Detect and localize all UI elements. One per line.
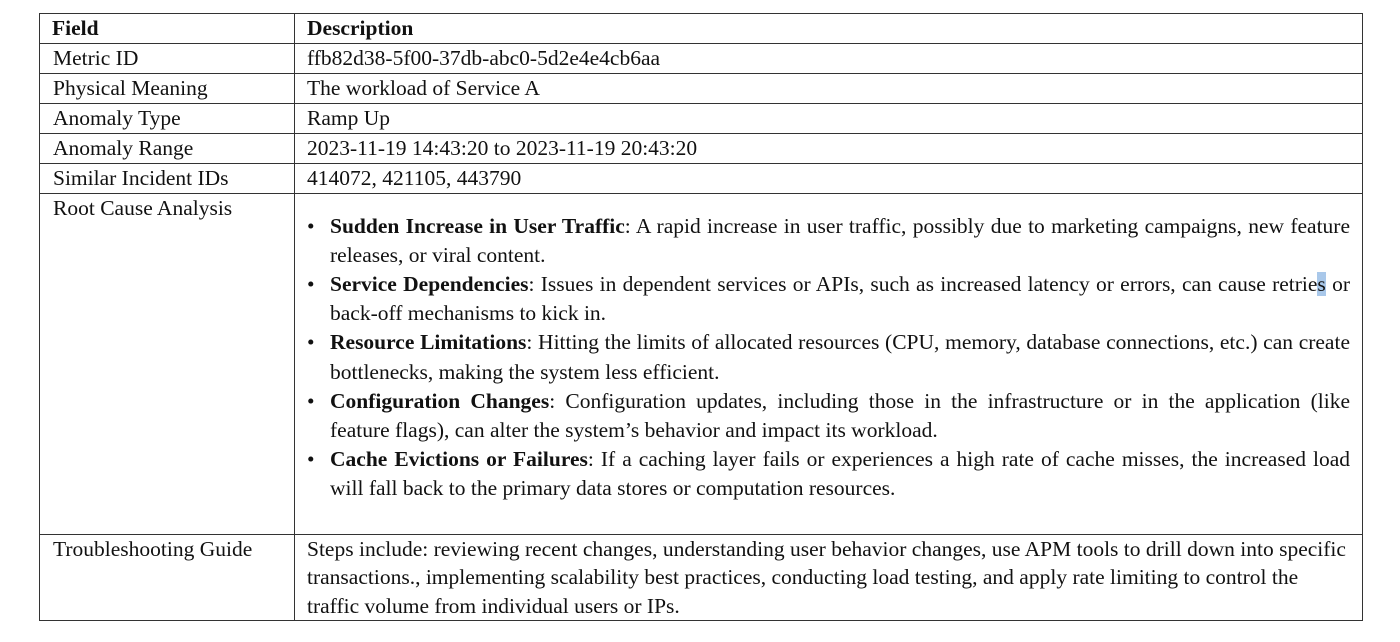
row-physical-meaning: Physical Meaning The workload of Service… — [39, 72, 1363, 104]
cause-term: Service Dependencies — [330, 271, 529, 296]
field-label: Physical Meaning — [39, 72, 295, 104]
field-value: 2023-11-19 14:43:20 to 2023-11-19 20:43:… — [294, 132, 1363, 164]
text-selection-highlight[interactable]: s — [1317, 271, 1326, 296]
field-label: Root Cause Analysis — [39, 192, 295, 535]
row-troubleshooting-guide: Troubleshooting Guide Steps include: rev… — [39, 533, 1363, 622]
cause-text: : Issues in dependent services or APIs, … — [528, 271, 1318, 296]
row-similar-incidents: Similar Incident IDs 414072, 421105, 443… — [39, 162, 1363, 194]
field-value: 414072, 421105, 443790 — [294, 162, 1363, 194]
root-cause-list: • Sudden Increase in User Traffic: A rap… — [307, 212, 1350, 504]
field-label: Anomaly Type — [39, 102, 295, 134]
field-label: Similar Incident IDs — [39, 162, 295, 194]
cause-term: Sudden Increase in User Traffic — [330, 213, 625, 238]
bullet-icon: • — [307, 271, 315, 296]
field-value: The workload of Service A — [294, 72, 1363, 104]
incident-table: Field Description Metric ID ffb82d38-5f0… — [39, 13, 1363, 622]
bullet-icon: • — [307, 388, 315, 413]
cause-term: Configuration Changes — [330, 388, 550, 413]
header-description: Description — [294, 13, 1363, 44]
list-item: • Cache Evictions or Failures: If a cach… — [307, 445, 1350, 503]
troubleshooting-text: Steps include: reviewing recent changes,… — [294, 533, 1363, 622]
field-label: Metric ID — [39, 42, 295, 74]
list-item: • Configuration Changes: Configuration u… — [307, 387, 1350, 445]
field-value: Ramp Up — [294, 102, 1363, 134]
row-anomaly-range: Anomaly Range 2023-11-19 14:43:20 to 202… — [39, 132, 1363, 164]
field-value: ffb82d38-5f00-37db-abc0-5d2e4e4cb6aa — [294, 42, 1363, 74]
row-anomaly-type: Anomaly Type Ramp Up — [39, 102, 1363, 134]
list-item: • Resource Limitations: Hitting the limi… — [307, 328, 1350, 386]
bullet-icon: • — [307, 330, 315, 355]
header-field: Field — [39, 13, 295, 44]
list-item: • Service Dependencies: Issues in depend… — [307, 270, 1350, 328]
row-root-cause-analysis: Root Cause Analysis • Sudden Increase in… — [39, 192, 1363, 535]
header-row: Field Description — [39, 13, 1363, 44]
bullet-icon: • — [307, 213, 315, 238]
bullet-icon: • — [307, 447, 315, 472]
cause-term: Resource Limitations — [330, 330, 527, 355]
field-label: Troubleshooting Guide — [39, 533, 295, 622]
field-label: Anomaly Range — [39, 132, 295, 164]
list-item: • Sudden Increase in User Traffic: A rap… — [307, 212, 1350, 270]
row-metric-id: Metric ID ffb82d38-5f00-37db-abc0-5d2e4e… — [39, 42, 1363, 74]
root-cause-list-cell: • Sudden Increase in User Traffic: A rap… — [294, 192, 1363, 535]
cause-term: Cache Evictions or Failures — [330, 447, 588, 472]
